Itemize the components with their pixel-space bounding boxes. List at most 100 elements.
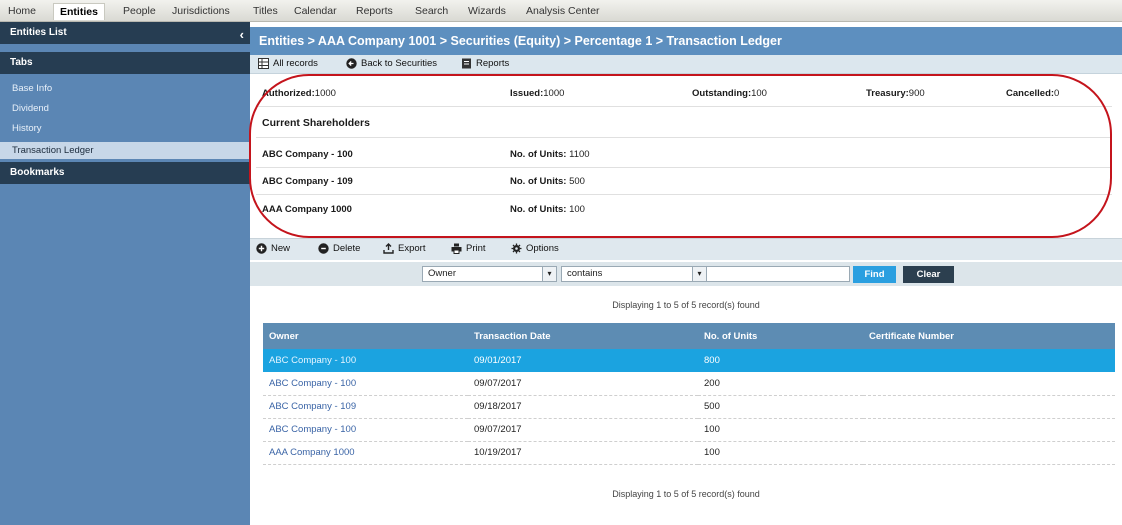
column-header-certificate-number[interactable]: Certificate Number (863, 323, 1115, 349)
export-button[interactable]: Export (383, 243, 425, 254)
highlight-outline (249, 74, 1112, 238)
divider (256, 167, 1112, 168)
entities-list-label: Entities List (10, 27, 67, 38)
authorized-label: Authorized: (262, 88, 315, 99)
nav-people[interactable]: People (123, 5, 156, 17)
print-button[interactable]: Print (451, 243, 486, 254)
print-label: Print (466, 243, 486, 254)
chevron-down-icon[interactable]: ▾ (692, 267, 706, 281)
transaction-date-cell: 09/01/2017 (468, 349, 698, 372)
sidebar-item-transaction-ledger[interactable]: Transaction Ledger (0, 142, 250, 159)
table-row[interactable]: AAA Company 1000 10/19/2017 100 (263, 441, 1115, 465)
gear-icon (511, 243, 522, 254)
back-to-securities-label: Back to Securities (361, 58, 438, 69)
filter-operator-select[interactable]: contains ▾ (561, 266, 707, 282)
sidebar-item-dividend[interactable]: Dividend (0, 100, 250, 117)
owner-link[interactable]: ABC Company - 109 (263, 395, 468, 419)
divider (256, 137, 1112, 138)
treasury-value: 900 (908, 88, 925, 99)
delete-icon (318, 243, 329, 254)
clear-button[interactable]: Clear (903, 266, 954, 283)
filter-bar: Owner ▾ contains ▾ Find Clear (250, 262, 1122, 286)
all-records-button[interactable]: All records (258, 58, 318, 69)
units-cell: 100 (698, 418, 863, 442)
filter-field-value: Owner (428, 268, 456, 279)
export-icon (383, 243, 394, 254)
grid-toolbar: New Delete Export Print Options (250, 238, 1122, 260)
nav-titles[interactable]: Titles (253, 5, 278, 17)
cancelled-field: Cancelled:0 (1006, 88, 1059, 99)
divider (256, 106, 1112, 107)
authorized-value: 1000 (314, 88, 336, 99)
back-to-securities-button[interactable]: Back to Securities (346, 58, 437, 69)
column-header-transaction-date[interactable]: Transaction Date (468, 323, 698, 349)
sidebar-item-history[interactable]: History (0, 120, 250, 137)
units-cell: 500 (698, 395, 863, 419)
table-row[interactable]: ABC Company - 100 09/01/2017 800 (263, 349, 1115, 372)
outstanding-value: 100 (751, 88, 767, 99)
issued-label: Issued: (510, 88, 544, 99)
authorized-field: Authorized:1000 (262, 88, 336, 99)
options-label: Options (526, 243, 559, 254)
shareholder-name: AAA Company 1000 (262, 204, 352, 215)
report-icon (462, 58, 471, 69)
units-label: No. of Units: (510, 149, 567, 160)
nav-reports[interactable]: Reports (356, 5, 393, 17)
owner-link[interactable]: AAA Company 1000 (263, 441, 468, 465)
options-button[interactable]: Options (511, 243, 559, 254)
delete-button[interactable]: Delete (318, 243, 360, 254)
units-value: 500 (569, 176, 585, 187)
sidebar-item-base-info[interactable]: Base Info (0, 80, 250, 97)
transaction-date-cell: 09/18/2017 (468, 395, 698, 419)
grid-icon (258, 58, 269, 69)
treasury-label: Treasury: (866, 88, 909, 99)
units-cell: 200 (698, 372, 863, 396)
breadcrumb: Entities > AAA Company 1001 > Securities… (250, 27, 1122, 55)
shareholder-name: ABC Company - 100 (262, 149, 353, 160)
units-label: No. of Units: (510, 204, 567, 215)
delete-label: Delete (333, 243, 361, 254)
transaction-date-cell: 09/07/2017 (468, 372, 698, 396)
find-button[interactable]: Find (853, 266, 896, 283)
column-header-owner[interactable]: Owner (263, 323, 468, 349)
certificate-cell (863, 372, 1115, 396)
transaction-date-cell: 10/19/2017 (468, 441, 698, 465)
owner-link[interactable]: ABC Company - 100 (263, 372, 468, 396)
outstanding-label: Outstanding: (692, 88, 752, 99)
transaction-ledger-table: Owner Transaction Date No. of Units Cert… (263, 323, 1115, 465)
owner-link[interactable]: ABC Company - 100 (263, 349, 468, 372)
back-arrow-icon (346, 58, 357, 69)
shareholder-units: No. of Units: 1100 (510, 149, 590, 160)
issued-value: 1000 (543, 88, 565, 99)
new-label: New (271, 243, 291, 254)
table-row[interactable]: ABC Company - 100 09/07/2017 100 (263, 418, 1115, 442)
all-records-label: All records (273, 58, 318, 69)
nav-entities[interactable]: Entities (53, 3, 105, 20)
record-count-bottom: Displaying 1 to 5 of 5 record(s) found (612, 489, 760, 499)
chevron-left-icon[interactable]: ‹ (240, 24, 244, 46)
nav-analysis-center[interactable]: Analysis Center (526, 5, 600, 17)
sidebar-bookmarks-header[interactable]: Bookmarks (0, 162, 250, 184)
sidebar-entities-list[interactable]: Entities List ‹ (0, 22, 250, 44)
export-label: Export (398, 243, 426, 254)
owner-link[interactable]: ABC Company - 100 (263, 418, 468, 442)
top-navigation: Home Entities People Jurisdictions Title… (0, 0, 1122, 22)
sidebar-tabs-header: Tabs (0, 52, 250, 74)
column-header-units[interactable]: No. of Units (698, 323, 863, 349)
certificate-cell (863, 395, 1115, 419)
filter-field-select[interactable]: Owner ▾ (422, 266, 557, 282)
cancelled-value: 0 (1054, 88, 1060, 99)
nav-home[interactable]: Home (8, 5, 36, 17)
reports-button[interactable]: Reports (461, 58, 509, 69)
nav-jurisdictions[interactable]: Jurisdictions (172, 5, 230, 17)
filter-search-input[interactable] (706, 266, 850, 282)
nav-calendar[interactable]: Calendar (294, 5, 337, 17)
table-row[interactable]: ABC Company - 100 09/07/2017 200 (263, 372, 1115, 396)
table-row[interactable]: ABC Company - 109 09/18/2017 500 (263, 395, 1115, 419)
nav-wizards[interactable]: Wizards (468, 5, 506, 17)
new-button[interactable]: New (256, 243, 290, 254)
chevron-down-icon[interactable]: ▾ (542, 267, 556, 281)
nav-search[interactable]: Search (415, 5, 448, 17)
filter-operator-value: contains (567, 268, 603, 279)
units-label: No. of Units: (510, 176, 567, 187)
